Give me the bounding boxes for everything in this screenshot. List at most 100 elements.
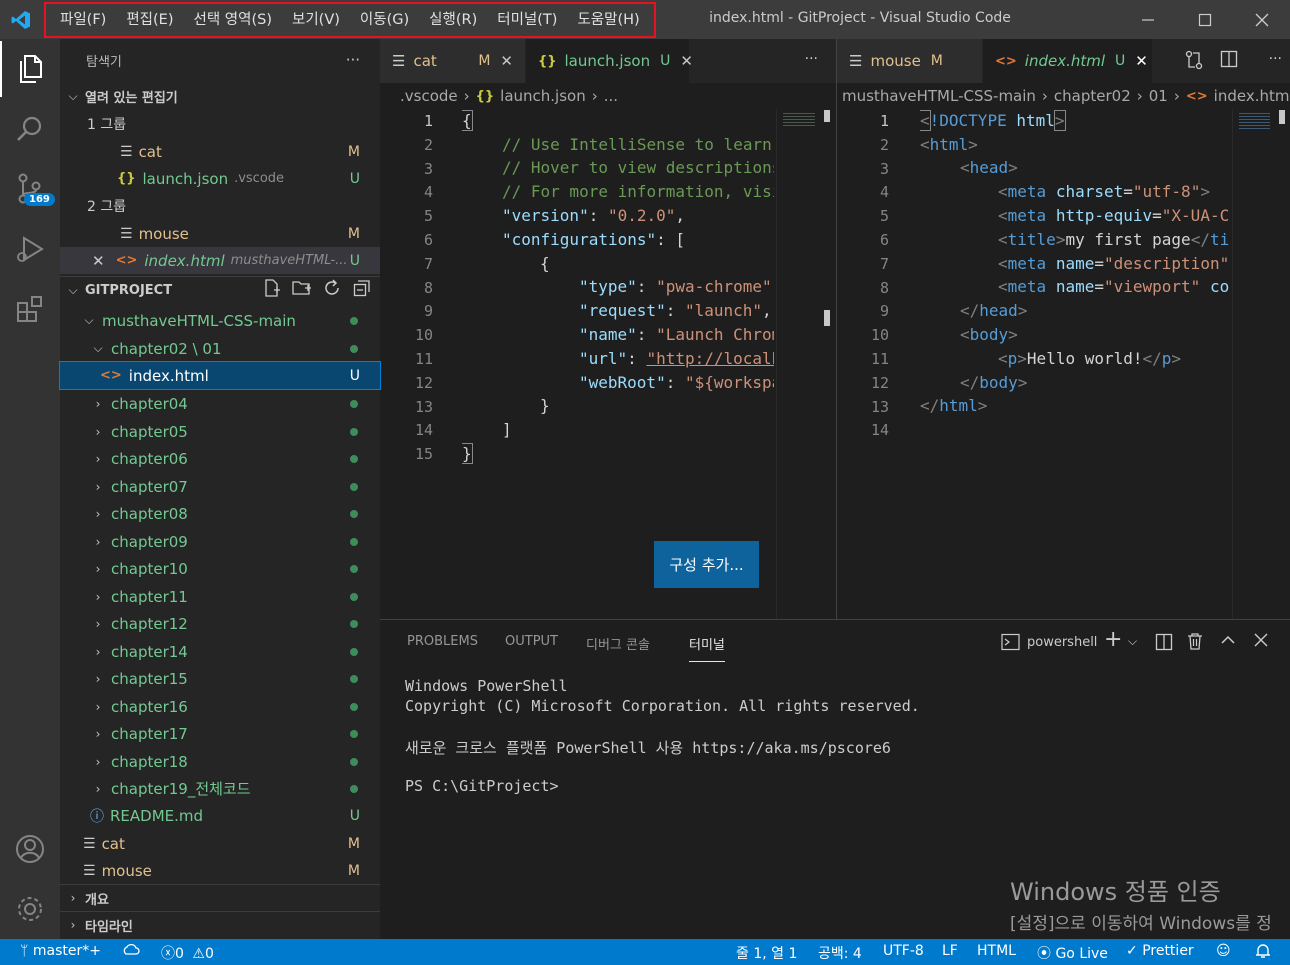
tab-index-html[interactable]: <> index.html U ✕ — [983, 39, 1153, 83]
problems-indicator[interactable]: ⓧ0 ⚠0 — [161, 943, 214, 963]
folder-chapter[interactable]: › chapter05 — [60, 418, 380, 445]
folder-chapter[interactable]: › chapter16 — [60, 693, 380, 720]
right-minimap[interactable] — [1232, 109, 1276, 619]
folder-chapter[interactable]: › chapter18 — [60, 748, 380, 775]
open-editor-mouse[interactable]: ☰ mouse M — [60, 220, 380, 247]
source-control-icon[interactable] — [0, 161, 60, 217]
trash-icon[interactable] — [1187, 632, 1203, 654]
maximize-panel-icon[interactable] — [1220, 634, 1236, 650]
open-editor-index-html[interactable]: ✕ <> index.html musthaveHTML-... U — [60, 247, 380, 274]
folder-chapter[interactable]: › chapter17 — [60, 720, 380, 747]
settings-gear-icon[interactable] — [0, 881, 60, 937]
tab-terminal[interactable]: 터미널 — [689, 634, 725, 662]
launch-json-code[interactable]: { // Use IntelliSense to learn about pos… — [462, 109, 774, 609]
folder-chapter[interactable]: › chapter09 — [60, 528, 380, 555]
file-readme[interactable]: ⓘ README.md U — [60, 802, 380, 829]
folder-chapter[interactable]: › chapter08 — [60, 500, 380, 527]
tab-problems[interactable]: PROBLEMS — [407, 634, 478, 649]
collapse-all-icon[interactable] — [353, 279, 371, 301]
tab-cat[interactable]: ☰ cat M ✕ — [380, 39, 526, 83]
explorer-more-icon[interactable]: ··· — [346, 51, 360, 69]
left-minimap[interactable] — [776, 109, 821, 619]
menu-edit[interactable]: 편집(E) — [116, 4, 183, 36]
breadcrumb-item[interactable]: launch.json — [500, 87, 586, 105]
split-editor-icon[interactable] — [1220, 50, 1238, 72]
folder-chapter[interactable]: › chapter15 — [60, 665, 380, 692]
extensions-icon[interactable] — [0, 281, 60, 337]
maximize-button[interactable] — [1176, 0, 1233, 39]
close-icon[interactable]: ✕ — [1135, 52, 1148, 70]
branch-indicator[interactable]: ᛘ master*+ — [20, 943, 101, 959]
file-cat[interactable]: ☰ cat M — [60, 830, 380, 857]
folder-chapter[interactable]: › chapter07 — [60, 473, 380, 500]
menu-terminal[interactable]: 터미널(T) — [487, 4, 567, 36]
right-scrollbar[interactable] — [1279, 110, 1285, 124]
indentation[interactable]: 공백: 4 — [818, 943, 862, 963]
close-window-button[interactable] — [1233, 0, 1290, 39]
end-of-line[interactable]: LF — [942, 943, 958, 959]
close-icon[interactable]: ✕ — [500, 52, 513, 70]
menu-go[interactable]: 이동(G) — [350, 4, 419, 36]
folder-chapter[interactable]: › chapter11 — [60, 583, 380, 610]
close-icon[interactable]: ✕ — [92, 252, 105, 270]
refresh-icon[interactable] — [323, 279, 341, 301]
timeline-header[interactable]: › 타임라인 — [60, 911, 380, 938]
new-file-icon[interactable] — [263, 279, 281, 301]
new-terminal-icon[interactable]: + — [1104, 627, 1122, 652]
chevron-down-icon[interactable]: ⌵ — [1128, 634, 1137, 649]
run-debug-icon[interactable] — [0, 221, 60, 277]
add-configuration-button[interactable]: 구성 추가... — [654, 541, 759, 588]
tab-output[interactable]: OUTPUT — [505, 634, 558, 649]
close-icon[interactable]: ✕ — [680, 52, 693, 70]
prettier-button[interactable]: ✓ Prettier — [1126, 943, 1194, 959]
editor-split-divider[interactable] — [836, 39, 837, 619]
breadcrumb-item[interactable]: 01 — [1149, 87, 1168, 105]
folder-chapter[interactable]: › chapter06 — [60, 445, 380, 472]
tab-mouse[interactable]: ☰ mouse M — [837, 39, 983, 83]
terminal-selector[interactable]: powershell — [1001, 633, 1097, 651]
close-panel-icon[interactable] — [1254, 633, 1268, 651]
open-editor-cat[interactable]: ☰ cat M — [60, 138, 380, 165]
file-mouse[interactable]: ☰ mouse M — [60, 857, 380, 884]
folder-chapter02[interactable]: ⌵ chapter02 \ 01 — [60, 335, 380, 362]
folder-chapter[interactable]: › chapter10 — [60, 555, 380, 582]
go-live-button[interactable]: ⦿ Go Live — [1037, 943, 1108, 963]
menu-help[interactable]: 도움말(H) — [567, 4, 649, 36]
left-scrollbar[interactable] — [824, 110, 830, 122]
account-icon[interactable] — [0, 821, 60, 877]
folder-chapter[interactable]: › chapter04 — [60, 390, 380, 417]
cursor-position[interactable]: 줄 1, 열 1 — [736, 943, 797, 963]
language-mode[interactable]: HTML — [977, 943, 1016, 959]
new-folder-icon[interactable] — [292, 279, 312, 301]
folder-chapter[interactable]: › chapter19_전체코드 — [60, 775, 380, 802]
project-header[interactable]: ⌵ GITPROJECT — [60, 276, 380, 303]
sync-icon[interactable] — [122, 943, 140, 963]
breadcrumb-item[interactable]: ... — [604, 87, 618, 105]
file-index-html[interactable]: <> index.html U — [59, 361, 381, 390]
editor-more-icon[interactable]: ··· — [1269, 51, 1282, 67]
open-editors-header[interactable]: ⌵ 열려 있는 편집기 — [60, 83, 380, 110]
outline-header[interactable]: › 개요 — [60, 884, 380, 911]
menu-file[interactable]: 파일(F) — [50, 4, 116, 36]
feedback-icon[interactable]: ☺ — [1216, 943, 1231, 959]
index-html-code[interactable]: <!DOCTYPE html> <html> <head> <meta char… — [920, 109, 1229, 609]
tab-launch-json[interactable]: {} launch.json U ✕ — [526, 39, 693, 83]
menu-view[interactable]: 보기(V) — [282, 4, 350, 36]
folder-chapter[interactable]: › chapter14 — [60, 638, 380, 665]
breadcrumb-item[interactable]: musthaveHTML-CSS-main — [842, 87, 1036, 105]
minimize-button[interactable] — [1119, 0, 1176, 39]
breadcrumb-item[interactable]: index.html — [1214, 87, 1290, 105]
breadcrumb-item[interactable]: .vscode — [400, 87, 458, 105]
menu-run[interactable]: 실행(R) — [419, 4, 487, 36]
notifications-bell-icon[interactable] — [1255, 943, 1271, 963]
explorer-icon[interactable] — [0, 41, 60, 97]
editor-more-icon[interactable]: ··· — [805, 51, 818, 67]
menu-selection[interactable]: 선택 영역(S) — [184, 4, 283, 36]
split-terminal-icon[interactable] — [1155, 633, 1173, 655]
open-editor-launch-json[interactable]: {} launch.json .vscode U — [60, 165, 380, 192]
tab-debug-console[interactable]: 디버그 콘솔 — [586, 634, 650, 653]
breadcrumb-item[interactable]: chapter02 — [1054, 87, 1131, 105]
folder-chapter[interactable]: › chapter12 — [60, 610, 380, 637]
search-icon[interactable] — [0, 101, 60, 157]
open-changes-icon[interactable] — [1184, 50, 1204, 74]
